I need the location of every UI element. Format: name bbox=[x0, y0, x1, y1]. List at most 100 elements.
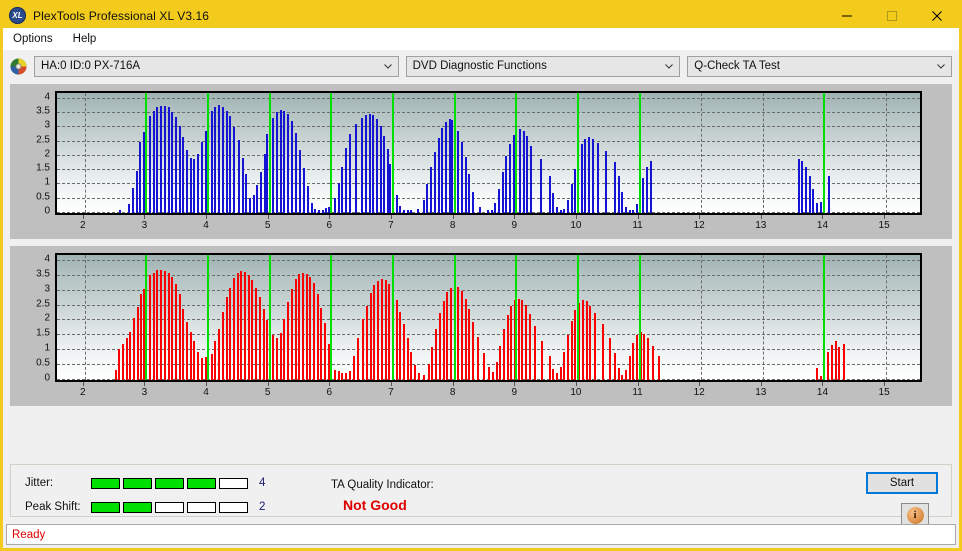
chart-bar bbox=[317, 210, 320, 213]
chart-bar bbox=[624, 369, 627, 380]
meter-segment bbox=[91, 501, 120, 513]
menu-item-help[interactable]: Help bbox=[70, 31, 106, 47]
chart-bar bbox=[135, 171, 138, 213]
chart-bar bbox=[567, 200, 570, 213]
peak-shift-metric-row: Peak Shift: 2 bbox=[25, 501, 265, 513]
chart-bar bbox=[395, 300, 398, 380]
chart-bar bbox=[218, 105, 221, 213]
x-axis-tick-label: 12 bbox=[693, 387, 705, 398]
y-axis-tick-label: 1.5 bbox=[36, 162, 50, 174]
chart-bar bbox=[256, 185, 259, 213]
chart-bar bbox=[240, 271, 243, 380]
chart-bar bbox=[472, 192, 475, 213]
meter-segment bbox=[123, 477, 152, 489]
chart-bar bbox=[287, 302, 290, 380]
marker-line bbox=[268, 255, 271, 380]
meter-segment bbox=[155, 501, 184, 513]
title-bar: XL PlexTools Professional XL V3.16 bbox=[3, 3, 959, 28]
chart-bar bbox=[533, 325, 536, 380]
chart-bar bbox=[225, 110, 228, 213]
chart-bar bbox=[320, 307, 323, 380]
minimize-icon[interactable] bbox=[824, 3, 869, 28]
x-axis-tick-label: 10 bbox=[570, 387, 582, 398]
chart-bar bbox=[245, 174, 248, 213]
chart-bar bbox=[121, 343, 124, 380]
marker-line bbox=[515, 93, 518, 213]
chart-bar bbox=[499, 345, 502, 380]
chart-bar bbox=[156, 270, 159, 380]
chart-bar bbox=[632, 209, 635, 213]
function-select[interactable]: DVD Diagnostic Functions bbox=[405, 55, 681, 77]
chart-bar bbox=[617, 176, 620, 213]
chart-bar bbox=[321, 209, 324, 213]
chart-bar bbox=[601, 324, 604, 380]
y-axis-tick-label: 0.5 bbox=[36, 191, 50, 203]
x-axis-tick bbox=[575, 382, 577, 386]
gridline-horizontal bbox=[57, 97, 920, 99]
chart-bar bbox=[171, 111, 174, 213]
x-axis-tick-label: 7 bbox=[388, 220, 394, 231]
chart-bar bbox=[441, 127, 444, 213]
chart-bar bbox=[357, 338, 360, 380]
chart-bar bbox=[149, 115, 152, 213]
peak-shift-chart-plot bbox=[55, 253, 922, 382]
chart-bar bbox=[491, 371, 494, 380]
chart-bar bbox=[362, 319, 365, 380]
chart-bar bbox=[167, 273, 170, 380]
x-axis-tick-label: 3 bbox=[141, 387, 148, 398]
x-axis-tick-label: 5 bbox=[264, 387, 271, 398]
gridline-vertical bbox=[886, 255, 888, 380]
close-icon[interactable] bbox=[914, 3, 959, 28]
peak-shift-meter bbox=[91, 501, 248, 513]
chart-bar bbox=[345, 373, 348, 380]
x-axis-tick bbox=[452, 382, 454, 386]
x-axis-tick bbox=[575, 215, 577, 219]
chart-bar bbox=[237, 139, 240, 213]
chart-bar bbox=[348, 371, 351, 380]
chart-bar bbox=[490, 209, 493, 213]
chart-bar bbox=[494, 203, 497, 213]
chart-bar bbox=[309, 277, 312, 380]
chart-bar bbox=[252, 195, 255, 213]
chart-bar bbox=[548, 355, 551, 380]
maximize-icon[interactable] bbox=[869, 3, 914, 28]
y-axis-tick-label: 3 bbox=[44, 119, 50, 131]
gridline-horizontal bbox=[57, 289, 920, 291]
x-axis-tick bbox=[514, 215, 516, 219]
chart-bar bbox=[414, 365, 417, 380]
chart-bar bbox=[210, 353, 213, 380]
chart-bar bbox=[314, 208, 317, 213]
marker-line bbox=[453, 255, 456, 380]
chart-bar bbox=[125, 337, 128, 380]
chart-bar bbox=[645, 167, 648, 213]
chart-bar bbox=[830, 344, 833, 380]
chart-bar bbox=[422, 374, 425, 380]
meter-segment bbox=[187, 501, 216, 513]
chart-bar bbox=[193, 158, 196, 213]
jitter-chart-x-axis: 2 3 4 5 6 7 8 9 10 11 12 13 14 15 bbox=[55, 215, 922, 239]
chart-bar bbox=[501, 171, 504, 213]
status-bar: Ready bbox=[6, 524, 956, 545]
chart-bar bbox=[589, 305, 592, 380]
marker-line bbox=[391, 93, 394, 213]
test-select[interactable]: Q-Check TA Test bbox=[687, 55, 952, 77]
menu-item-options[interactable]: Options bbox=[10, 31, 62, 47]
chart-bar bbox=[182, 136, 185, 213]
chart-bar bbox=[632, 342, 635, 380]
chart-bar bbox=[149, 275, 152, 380]
start-button[interactable]: Start bbox=[866, 472, 938, 494]
chart-bar bbox=[306, 185, 309, 213]
marker-line bbox=[330, 255, 333, 380]
chart-bar bbox=[555, 207, 558, 213]
chart-bar bbox=[486, 210, 489, 213]
chart-bar bbox=[232, 126, 235, 213]
chart-bar bbox=[525, 305, 528, 380]
drive-select[interactable]: HA:0 ID:0 PX-716A bbox=[34, 55, 399, 77]
window-controls bbox=[824, 3, 959, 28]
chart-bar bbox=[221, 107, 224, 213]
x-axis-tick bbox=[267, 382, 269, 386]
chart-bar bbox=[279, 332, 282, 380]
meter-segment bbox=[219, 477, 248, 489]
chart-bar bbox=[559, 366, 562, 380]
chart-bar bbox=[279, 110, 282, 213]
